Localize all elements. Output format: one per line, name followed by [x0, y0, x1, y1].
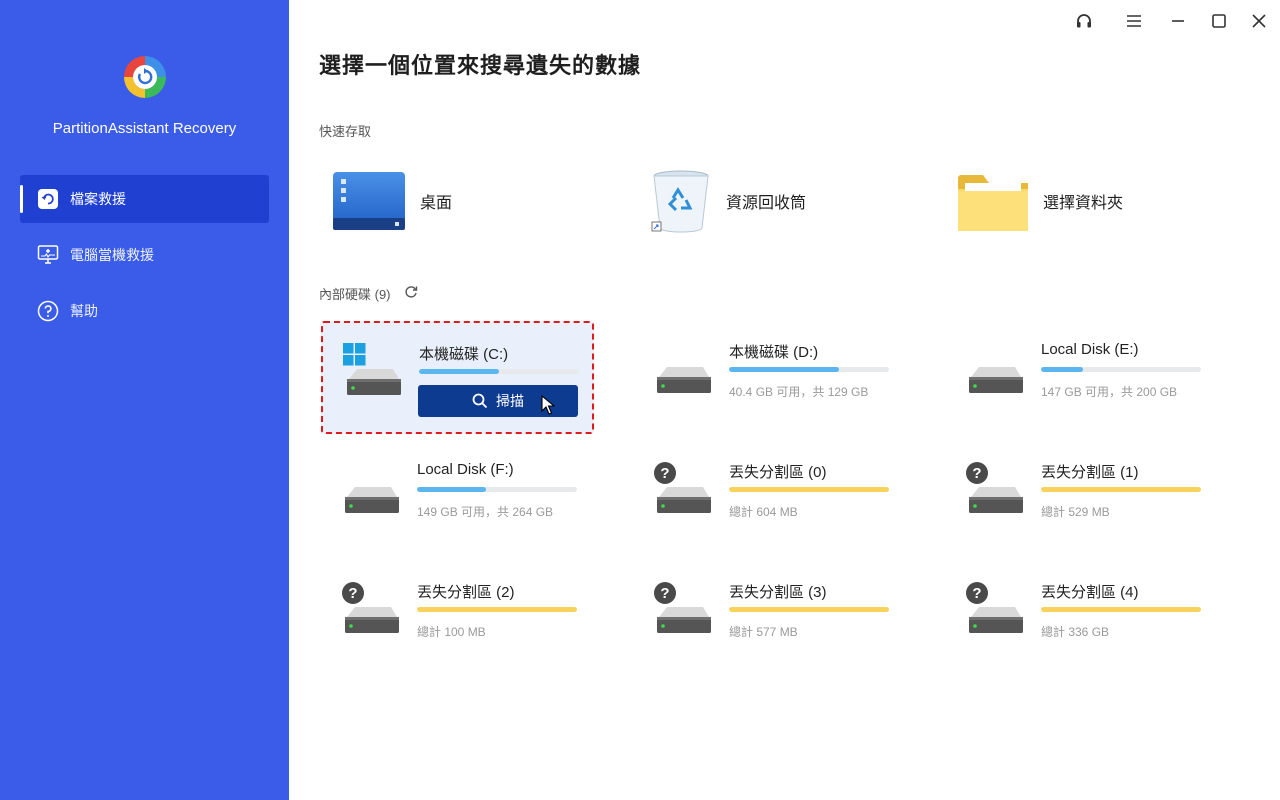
- svg-text:?: ?: [972, 465, 981, 482]
- drive-usage-bar: [1041, 487, 1201, 492]
- drive-usage-fill: [1041, 367, 1083, 372]
- drive-info: 總計 336 GB: [1041, 625, 1110, 639]
- drive-card[interactable]: ? 丟失分割區 (3) 總計 577 MB: [633, 561, 905, 671]
- drive-usage-bar: [417, 607, 577, 612]
- drive-usage-fill: [729, 487, 889, 492]
- hard-drive-icon: [341, 461, 401, 521]
- svg-text:?: ?: [660, 585, 669, 602]
- drive-usage-bar: [417, 487, 577, 492]
- drive-usage-fill: [729, 607, 889, 612]
- sidebar-nav: 檔案救援 電腦當機救援 幫助: [20, 175, 269, 343]
- sidebar-item-label: 檔案救援: [70, 191, 126, 207]
- quick-item-select-folder[interactable]: 選擇資料夾: [957, 166, 1123, 236]
- recycle-bin-icon: [651, 170, 709, 233]
- drive-name: 丟失分割區 (2): [417, 584, 515, 601]
- drive-info: 總計 100 MB: [417, 625, 486, 639]
- hard-drive-icon: [965, 341, 1025, 401]
- sidebar-item-help[interactable]: 幫助: [20, 287, 269, 335]
- maximize-button[interactable]: [1208, 10, 1230, 32]
- quick-item-recycle-bin[interactable]: 資源回收筒: [650, 166, 806, 236]
- sidebar-item-label: 電腦當機救援: [70, 247, 154, 263]
- drive-usage-bar: [1041, 607, 1201, 612]
- drive-card[interactable]: ? 丟失分割區 (0) 總計 604 MB: [633, 441, 905, 551]
- drive-usage-bar: [419, 369, 579, 374]
- hard-drive-icon: [653, 341, 713, 401]
- desktop-icon: [333, 172, 405, 230]
- drive-usage-fill: [417, 487, 486, 492]
- drive-usage-fill: [1041, 607, 1201, 612]
- maximize-icon: [1212, 14, 1226, 28]
- drive-usage-bar: [729, 607, 889, 612]
- close-button[interactable]: [1248, 10, 1270, 32]
- system-drive-icon: [343, 343, 403, 403]
- mouse-cursor-icon: [541, 394, 556, 420]
- sidebar-item-crash-recovery[interactable]: 電腦當機救援: [20, 231, 269, 279]
- close-icon: [1252, 14, 1266, 28]
- drive-name: 本機磁碟 (D:): [729, 344, 819, 361]
- scan-button-label: 掃描: [496, 393, 524, 409]
- drive-info: 147 GB 可用，共 200 GB: [1041, 385, 1178, 399]
- svg-text:?: ?: [660, 465, 669, 482]
- drive-info: 總計 577 MB: [729, 625, 798, 639]
- quick-access-label: 快速存取: [319, 124, 372, 139]
- drive-name: 丟失分割區 (4): [1041, 584, 1139, 601]
- lost-partition-icon: ?: [653, 461, 713, 521]
- lost-partition-icon: ?: [341, 581, 401, 641]
- drive-usage-fill: [419, 369, 499, 374]
- drive-info: 總計 604 MB: [729, 505, 798, 519]
- drive-card[interactable]: ? 丟失分割區 (4) 總計 336 GB: [945, 561, 1217, 671]
- drive-usage-bar: [729, 367, 889, 372]
- quick-item-desktop[interactable]: 桌面: [332, 166, 452, 236]
- monitor-rescue-icon: [37, 244, 59, 266]
- drive-info: 149 GB 可用，共 264 GB: [417, 505, 554, 519]
- sidebar-item-label: 幫助: [70, 303, 98, 319]
- app-name: PartitionAssistant Recovery: [52, 120, 237, 137]
- app-logo-icon: [124, 56, 166, 98]
- lost-partition-icon: ?: [653, 581, 713, 641]
- drive-name: 丟失分割區 (3): [729, 584, 827, 601]
- quick-item-label: 桌面: [420, 195, 453, 212]
- drive-card[interactable]: Local Disk (E:) 147 GB 可用，共 200 GB: [945, 321, 1217, 431]
- sidebar: PartitionAssistant Recovery 檔案救援 電腦當機救援 …: [0, 0, 289, 800]
- drive-usage-fill: [1041, 487, 1201, 492]
- drive-card[interactable]: Local Disk (F:) 149 GB 可用，共 264 GB: [321, 441, 593, 551]
- drive-card[interactable]: 本機磁碟 (D:) 40.4 GB 可用，共 129 GB: [633, 321, 905, 431]
- page-title: 選擇一個位置來搜尋遺失的數據: [319, 53, 642, 78]
- minimize-icon: [1172, 20, 1184, 22]
- drive-usage-bar: [1041, 367, 1201, 372]
- drive-name: 丟失分割區 (1): [1041, 464, 1139, 481]
- menu-button[interactable]: [1123, 10, 1145, 32]
- drive-usage-fill: [417, 607, 577, 612]
- drive-usage-fill: [729, 367, 840, 372]
- quick-item-label: 資源回收筒: [726, 195, 807, 212]
- drive-info: 總計 529 MB: [1041, 505, 1110, 519]
- sidebar-item-file-recovery[interactable]: 檔案救援: [20, 175, 269, 223]
- search-icon: [472, 393, 488, 409]
- internal-disks-label: 內部硬碟 (9): [319, 287, 391, 302]
- folder-icon: [958, 175, 1028, 231]
- menu-icon: [1127, 15, 1141, 27]
- svg-text:?: ?: [348, 585, 357, 602]
- refresh-icon[interactable]: [404, 285, 418, 299]
- drive-card[interactable]: 本機磁碟 (C:) 掃描: [321, 321, 594, 434]
- file-restore-icon: [37, 188, 59, 210]
- minimize-button[interactable]: [1167, 10, 1189, 32]
- drive-name: 丟失分割區 (0): [729, 464, 827, 481]
- lost-partition-icon: ?: [965, 461, 1025, 521]
- quick-item-label: 選擇資料夾: [1043, 195, 1124, 212]
- support-button[interactable]: [1073, 10, 1095, 32]
- svg-text:?: ?: [972, 585, 981, 602]
- drive-card[interactable]: ? 丟失分割區 (1) 總計 529 MB: [945, 441, 1217, 551]
- lost-partition-icon: ?: [965, 581, 1025, 641]
- drive-name: 本機磁碟 (C:): [419, 346, 509, 363]
- drive-card[interactable]: ? 丟失分割區 (2) 總計 100 MB: [321, 561, 593, 671]
- drive-name: Local Disk (E:): [1041, 341, 1139, 358]
- drive-info: 40.4 GB 可用，共 129 GB: [729, 385, 869, 399]
- help-icon: [37, 300, 59, 322]
- drive-name: Local Disk (F:): [417, 461, 514, 478]
- headset-icon: [1077, 14, 1091, 28]
- drive-usage-bar: [729, 487, 889, 492]
